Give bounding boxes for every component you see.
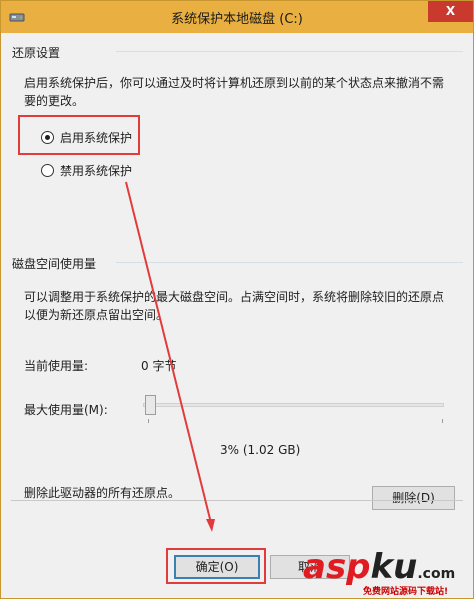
close-button[interactable]: X: [428, 1, 473, 22]
radio-disable-label: 禁用系统保护: [60, 164, 133, 178]
disk-section-title: 磁盘空间使用量: [12, 257, 97, 271]
max-usage-slider-thumb[interactable]: [145, 395, 156, 415]
restore-description-line2: 要的更改。: [24, 94, 85, 108]
footer-divider: [11, 500, 463, 501]
title-bar[interactable]: 系统保护本地磁盘 (C:) X: [1, 1, 473, 33]
watermark-suffix: .com: [417, 566, 456, 582]
restore-section-title: 还原设置: [12, 46, 61, 60]
watermark-brand: aspku.com: [303, 547, 455, 587]
highlight-box-ok-button: [166, 548, 266, 584]
radio-disable-indicator[interactable]: [41, 164, 54, 177]
watermark-subtitle: 免费网站源码下载站!: [363, 587, 449, 597]
current-usage-label: 当前使用量:: [24, 359, 89, 373]
watermark-brand-a: asp: [303, 547, 371, 587]
max-usage-value: 3% (1.02 GB): [220, 443, 301, 457]
window-title: 系统保护本地磁盘 (C:): [171, 12, 303, 27]
max-usage-label: 最大使用量(M):: [24, 403, 108, 417]
watermark-logo: aspku.com 免费网站源码下载站!: [303, 547, 473, 597]
slider-tick-end: [442, 419, 443, 423]
disk-section-line: [116, 262, 463, 263]
dialog-window: 系统保护本地磁盘 (C:) X 还原设置 启用系统保护后，你可以通过及时将计算机…: [0, 0, 474, 599]
restore-description-line1: 启用系统保护后，你可以通过及时将计算机还原到以前的某个状态点来撤消不需: [24, 76, 445, 90]
watermark-brand-b: ku: [370, 547, 418, 587]
slider-tick-start: [148, 419, 149, 423]
disk-description-line1: 可以调整用于系统保护的最大磁盘空间。占满空间时，系统将删除较旧的还原点: [24, 290, 445, 304]
disk-description-line2: 以便为新还原点留出空间。: [24, 308, 169, 322]
radio-disable-protection[interactable]: 禁用系统保护: [41, 162, 132, 179]
restore-section-line: [116, 51, 463, 52]
delete-description: 删除此驱动器的所有还原点。: [24, 486, 181, 500]
highlight-box-enable-option: [18, 115, 140, 155]
current-usage-value: 0 字节: [141, 359, 177, 373]
delete-button[interactable]: 删除(D): [372, 486, 455, 510]
max-usage-slider-track[interactable]: [143, 403, 444, 407]
